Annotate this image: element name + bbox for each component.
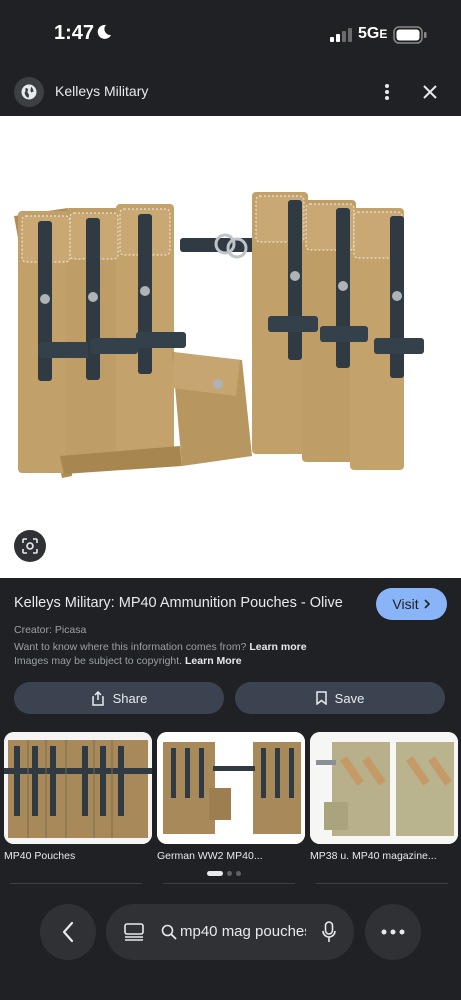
mic-icon[interactable] [322, 921, 336, 943]
share-button[interactable]: Share [14, 682, 224, 714]
save-button[interactable]: Save [235, 682, 445, 714]
chevron-right-icon [424, 599, 430, 609]
related-thumbnail[interactable] [4, 732, 152, 844]
carousel-dot [227, 871, 232, 876]
main-image[interactable] [0, 116, 461, 578]
more-horiz-icon[interactable] [365, 904, 421, 960]
carousel-dot [236, 871, 241, 876]
info-line: Want to know where this information come… [14, 641, 307, 653]
carousel-dot-active [207, 871, 223, 876]
back-button[interactable] [40, 904, 96, 960]
back-icon [62, 921, 74, 943]
more-vert-icon[interactable] [376, 80, 398, 104]
related-caption[interactable]: MP38 u. MP40 magazine... [310, 850, 458, 862]
search-bar[interactable]: mp40 mag pouches [106, 904, 354, 960]
search-icon [161, 924, 177, 940]
creator-text: Creator: Picasa [14, 624, 87, 636]
search-query[interactable]: mp40 mag pouches [180, 923, 306, 940]
info-text: Want to know where this information come… [14, 641, 247, 653]
site-name[interactable]: Kelleys Military [55, 83, 148, 99]
related-caption[interactable]: German WW2 MP40... [157, 850, 305, 862]
lens-icon[interactable] [14, 530, 46, 562]
save-label: Save [334, 690, 365, 706]
related-item[interactable]: MP40 Pouches [4, 732, 152, 872]
related-item[interactable]: MP38 u. MP40 magazine... [310, 732, 458, 872]
moon-icon [97, 24, 111, 39]
battery-icon [393, 26, 427, 44]
ammunition-pouches-photo [14, 192, 424, 478]
related-thumbnail[interactable] [310, 732, 458, 844]
signal-icon [330, 28, 352, 42]
tabs-icon[interactable] [124, 923, 144, 941]
visit-label: Visit [392, 596, 419, 612]
clock: 1:47 [54, 22, 95, 44]
divider [10, 883, 142, 884]
share-label: Share [112, 690, 148, 706]
divider [163, 883, 295, 884]
network-type: 5GE [358, 25, 388, 42]
source-header: Kelleys Military [0, 70, 461, 116]
status-bar: 1:47 5GE [0, 0, 461, 70]
result-title[interactable]: Kelleys Military: MP40 Ammunition Pouche… [14, 595, 343, 611]
learn-more-link[interactable]: Learn more [249, 641, 306, 653]
carousel-dots [207, 871, 241, 876]
copyright-learn-more-link[interactable]: Learn More [185, 655, 242, 667]
copyright-line: Images may be subject to copyright. Lear… [14, 655, 242, 667]
related-item[interactable]: German WW2 MP40... [157, 732, 305, 872]
copyright-text: Images may be subject to copyright. [14, 655, 183, 667]
related-thumbnail[interactable] [157, 732, 305, 844]
bookmark-icon [315, 691, 327, 705]
visit-button[interactable]: Visit [376, 588, 447, 620]
share-icon [91, 690, 104, 706]
related-caption[interactable]: MP40 Pouches [4, 850, 152, 862]
close-icon[interactable] [418, 80, 442, 104]
divider [316, 883, 448, 884]
globe-icon [14, 77, 44, 107]
